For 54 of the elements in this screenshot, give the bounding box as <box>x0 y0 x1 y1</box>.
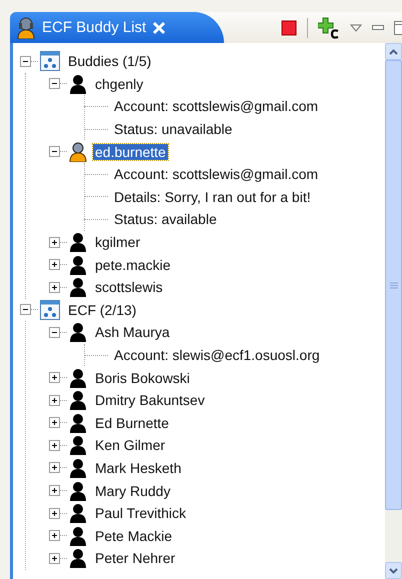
grip-icon[interactable] <box>390 282 398 288</box>
buddy-name[interactable]: pete.mackie <box>93 256 172 273</box>
maximize-icon[interactable] <box>394 20 402 34</box>
collapse-icon[interactable] <box>49 326 60 338</box>
close-icon[interactable] <box>152 20 166 34</box>
collapse-icon[interactable] <box>20 56 31 67</box>
buddy-name[interactable]: Ed Burnette <box>93 414 171 431</box>
expand-icon[interactable] <box>49 530 60 542</box>
expand-icon[interactable] <box>49 440 60 451</box>
expand-icon[interactable] <box>49 372 60 384</box>
expand-icon[interactable] <box>49 485 60 496</box>
buddy-name[interactable]: Ken Gilmer <box>93 437 168 454</box>
buddy-detail: Details: Sorry, I ran out for a bit! <box>114 188 311 205</box>
buddy-detail: Account: scottslewis@gmail.com <box>114 166 318 182</box>
buddy-name[interactable]: Pete Mackie <box>93 528 174 544</box>
buddy-name[interactable]: Mark Hesketh <box>93 460 184 476</box>
expand-icon[interactable] <box>49 508 60 519</box>
buddy-name[interactable]: Paul Trevithick <box>93 505 188 522</box>
group-name[interactable]: Buddies (1/5) <box>66 53 154 70</box>
expand-icon[interactable] <box>49 417 60 428</box>
scroll-up-icon[interactable] <box>389 48 398 54</box>
expand-icon[interactable] <box>49 394 60 406</box>
group-icon <box>40 51 60 72</box>
expand-icon[interactable] <box>49 282 60 293</box>
buddy-name[interactable]: ed.burnette <box>93 144 168 160</box>
minimize-icon[interactable] <box>372 24 384 30</box>
expand-icon[interactable] <box>49 462 60 474</box>
buddy-name[interactable]: Boris Bokowski <box>93 370 192 386</box>
buddy-detail: Status: unavailable <box>114 121 232 138</box>
buddy-name[interactable]: Mary Ruddy <box>93 482 172 499</box>
group-name[interactable]: ECF (2/13) <box>66 302 138 318</box>
stop-icon[interactable] <box>281 20 297 36</box>
group-icon <box>40 300 60 320</box>
buddy-name[interactable]: Dmitry Bakuntsev <box>93 392 207 408</box>
collapse-icon[interactable] <box>49 78 60 90</box>
buddy-name[interactable]: Ash Maurya <box>93 324 172 340</box>
collapse-icon[interactable] <box>20 304 31 316</box>
view-title: ECF Buddy List <box>42 19 146 36</box>
buddy-name[interactable]: Peter Nehrer <box>93 550 178 566</box>
scroll-down-icon[interactable] <box>389 568 398 574</box>
buddy-name[interactable]: scottslewis <box>93 279 165 296</box>
expand-icon[interactable] <box>49 259 60 270</box>
scrollbar[interactable] <box>385 43 402 579</box>
dropdown-icon[interactable] <box>350 24 362 32</box>
expand-icon[interactable] <box>49 236 60 248</box>
buddy-detail: Status: available <box>114 211 217 228</box>
add-contact-icon[interactable] <box>318 16 340 38</box>
buddy-detail: Account: slewis@ecf1.osuosl.org <box>114 347 320 364</box>
buddy-detail: Account: scottslewis@gmail.com <box>114 98 318 114</box>
expand-icon[interactable] <box>49 552 60 564</box>
buddy-name[interactable]: kgilmer <box>93 234 142 250</box>
collapse-icon[interactable] <box>49 146 60 158</box>
buddy-name[interactable]: chgenly <box>93 76 146 92</box>
person-icon <box>16 16 36 38</box>
